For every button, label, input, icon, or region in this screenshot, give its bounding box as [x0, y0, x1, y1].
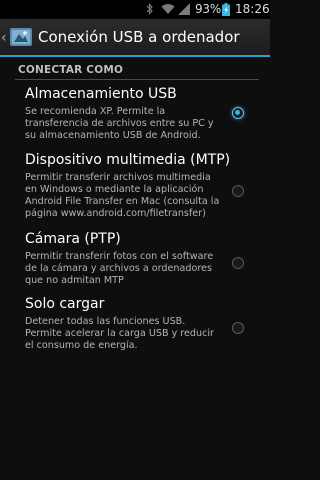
option-description: Permitir transferir archivos multimedia …: [25, 172, 220, 219]
radio-ptp[interactable]: [232, 257, 244, 269]
section-divider: [15, 79, 259, 80]
radio-mtp[interactable]: [232, 185, 244, 197]
option-ptp[interactable]: Cámara (PTP) Permitir transferir fotos c…: [0, 231, 270, 293]
signal-icon: [178, 3, 190, 15]
option-description: Detener todas las funciones USB. Permite…: [25, 316, 214, 351]
section-header: CONECTAR COMO: [18, 64, 124, 76]
option-usb-storage[interactable]: Almacenamiento USB Se recomienda XP. Per…: [0, 86, 270, 148]
option-charge-only[interactable]: Solo cargar Detener todas las funciones …: [0, 296, 270, 358]
option-description: Permitir transferir fotos con el softwar…: [25, 251, 214, 286]
back-caret-icon[interactable]: ‹: [1, 28, 8, 48]
option-title: Cámara (PTP): [25, 231, 121, 247]
option-title: Dispositivo multimedia (MTP): [25, 152, 231, 168]
usb-settings-icon[interactable]: [9, 25, 33, 49]
option-mtp[interactable]: Dispositivo multimedia (MTP) Permitir tr…: [0, 152, 270, 227]
status-time: 18:26: [235, 2, 270, 16]
battery-icon: [222, 3, 230, 16]
option-title: Almacenamiento USB: [25, 86, 177, 102]
action-bar: ‹ Conexión USB a ordenador: [0, 19, 270, 57]
page-title: Conexión USB a ordenador: [38, 28, 240, 46]
radio-usb-storage[interactable]: [232, 107, 244, 119]
bluetooth-icon: [146, 3, 153, 15]
option-description: Se recomienda XP. Permite la transferenc…: [25, 106, 214, 141]
radio-charge-only[interactable]: [232, 322, 244, 334]
wifi-icon: [161, 4, 175, 14]
battery-percent: 93%: [195, 2, 222, 16]
status-bar: 93% 18:26: [0, 0, 270, 19]
option-title: Solo cargar: [25, 296, 105, 312]
